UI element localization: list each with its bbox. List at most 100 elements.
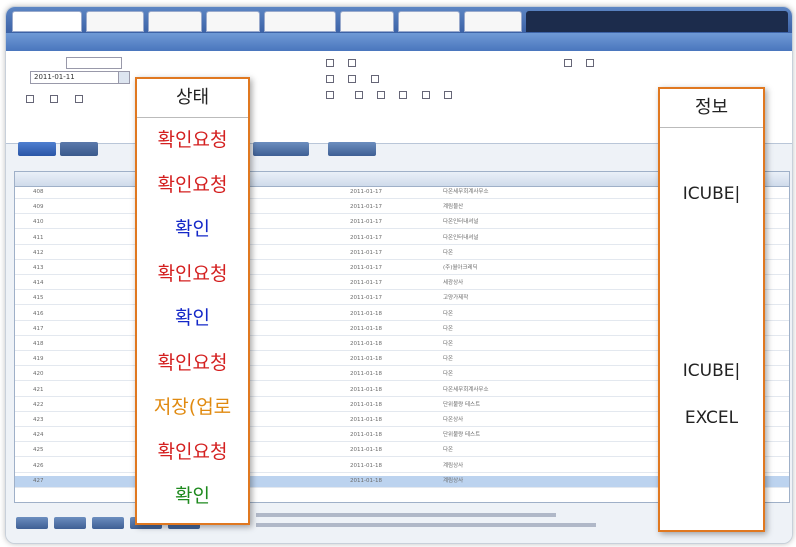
bottom-button-1[interactable]: [16, 517, 48, 529]
row-name-cell: 다온: [443, 249, 454, 256]
row-date-cell: 2011-01-17: [350, 295, 382, 302]
row-number-cell: 415: [33, 295, 44, 302]
row-date-cell: 2011-01-18: [350, 356, 382, 363]
row-number-cell: 409: [33, 204, 44, 211]
row-name-cell: 다온세무회계사무소: [443, 386, 489, 393]
bottom-button-3[interactable]: [92, 517, 124, 529]
status-item: 확인요청: [157, 440, 228, 463]
row-name-cell: 계림상사: [443, 477, 464, 484]
checkbox[interactable]: [50, 95, 59, 103]
row-date-cell: 2011-01-18: [350, 447, 382, 454]
checkbox[interactable]: [326, 59, 334, 67]
checkbox-row-4: [564, 59, 596, 67]
row-number-cell: 411: [33, 234, 44, 241]
status-item: 확인: [175, 307, 210, 329]
status-callout: 상태 확인요청 확인요청 확인 확인요청 확인 확인요청 저장(업로 확인요청 확인: [135, 77, 250, 525]
row-date-cell: 2011-01-17: [350, 265, 382, 271]
tab-4[interactable]: [206, 11, 260, 32]
status-item: 확인: [175, 218, 210, 240]
row-name-cell: 고양가제작: [443, 295, 469, 302]
row-number-cell: 417: [33, 325, 44, 332]
calendar-icon[interactable]: [118, 71, 130, 84]
row-number-cell: 410: [33, 219, 44, 226]
row-name-cell: 다온세무회계사무소: [443, 189, 489, 195]
row-number-cell: 425: [33, 447, 44, 454]
checkbox-row-3: [326, 91, 454, 99]
tab-8[interactable]: [464, 11, 522, 32]
top-tab-bar: [6, 7, 792, 33]
row-number-cell: 413: [33, 265, 44, 271]
row-name-cell: 다온: [443, 447, 454, 454]
row-number-cell: 427: [33, 477, 44, 484]
row-name-cell: (주)월아크레딕: [443, 265, 478, 271]
checkbox[interactable]: [348, 75, 357, 83]
info-callout: 정보 ICUBE| ICUBE| EXCEL: [658, 87, 765, 532]
checkbox[interactable]: [564, 59, 572, 67]
checkbox-row-2: [326, 75, 381, 83]
tab-tax-invoice[interactable]: [12, 11, 82, 32]
notice-line-2: [256, 523, 596, 527]
info-item: ICUBE|: [682, 361, 741, 381]
tab-6[interactable]: [340, 11, 394, 32]
screenshot-stage: 2011-01-11 408 2011-01-17 다온세무회계사무소 409 …: [0, 0, 796, 547]
checkbox[interactable]: [444, 91, 453, 99]
search-button[interactable]: [18, 142, 56, 156]
row-number-cell: 420: [33, 371, 44, 378]
checkbox[interactable]: [377, 91, 386, 99]
confirm-search-button[interactable]: [60, 142, 98, 156]
filter-select[interactable]: [66, 57, 122, 69]
info-item: EXCEL: [684, 408, 739, 428]
row-number-cell: 419: [33, 356, 44, 363]
row-name-cell: 계림상사: [443, 462, 464, 469]
checkbox[interactable]: [348, 59, 357, 67]
row-name-cell: 단위불량 테스트: [443, 401, 481, 408]
row-number-cell: 423: [33, 417, 44, 423]
list-title-bar: [6, 33, 792, 51]
row-name-cell: 세광상사: [443, 280, 464, 287]
status-item: 확인: [175, 485, 210, 507]
row-name-cell: 다온: [443, 341, 454, 347]
row-name-cell: 다온인터내셔널: [443, 219, 479, 226]
row-name-cell: 다온상사: [443, 417, 464, 423]
checkbox[interactable]: [354, 91, 363, 99]
row-number-cell: 422: [33, 401, 44, 408]
row-name-cell: 다온: [443, 310, 454, 317]
status-item: 확인요청: [157, 173, 228, 196]
tab-5[interactable]: [264, 11, 336, 32]
date-input[interactable]: 2011-01-11: [30, 71, 121, 84]
action-button-2[interactable]: [328, 142, 376, 156]
action-button-1[interactable]: [253, 142, 309, 156]
tab-3[interactable]: [148, 11, 202, 32]
checkbox[interactable]: [370, 75, 379, 83]
checkbox[interactable]: [74, 95, 83, 103]
row-date-cell: 2011-01-18: [350, 462, 382, 469]
status-item: 저장(업로: [153, 396, 232, 418]
checkbox[interactable]: [326, 75, 334, 83]
bottom-button-2[interactable]: [54, 517, 86, 529]
row-date-cell: 2011-01-17: [350, 249, 382, 256]
checkbox[interactable]: [586, 59, 595, 67]
row-number-cell: 418: [33, 341, 44, 347]
row-name-cell: 다온인터내셔널: [443, 234, 479, 241]
row-date-cell: 2011-01-18: [350, 371, 382, 378]
status-item: 확인요청: [157, 351, 228, 374]
status-item: 확인요청: [157, 129, 228, 151]
row-date-cell: 2011-01-17: [350, 189, 382, 195]
row-number-cell: 408: [33, 189, 44, 195]
notice-line-1: [256, 513, 556, 517]
info-item: ICUBE|: [682, 184, 741, 204]
checkbox[interactable]: [421, 91, 430, 99]
checkbox[interactable]: [399, 91, 408, 99]
tab-7[interactable]: [398, 11, 460, 32]
checkbox[interactable]: [326, 91, 334, 99]
row-date-cell: 2011-01-17: [350, 280, 382, 287]
row-date-cell: 2011-01-18: [350, 310, 382, 317]
row-date-cell: 2011-01-18: [350, 417, 382, 423]
checkbox[interactable]: [26, 95, 34, 103]
row-date-cell: 2011-01-18: [350, 386, 382, 393]
tab-2[interactable]: [86, 11, 144, 32]
row-date-cell: 2011-01-18: [350, 432, 382, 439]
row-date-cell: 2011-01-17: [350, 204, 382, 211]
info-callout-header: 정보: [660, 89, 763, 128]
left-checkbox-row: [26, 95, 85, 103]
